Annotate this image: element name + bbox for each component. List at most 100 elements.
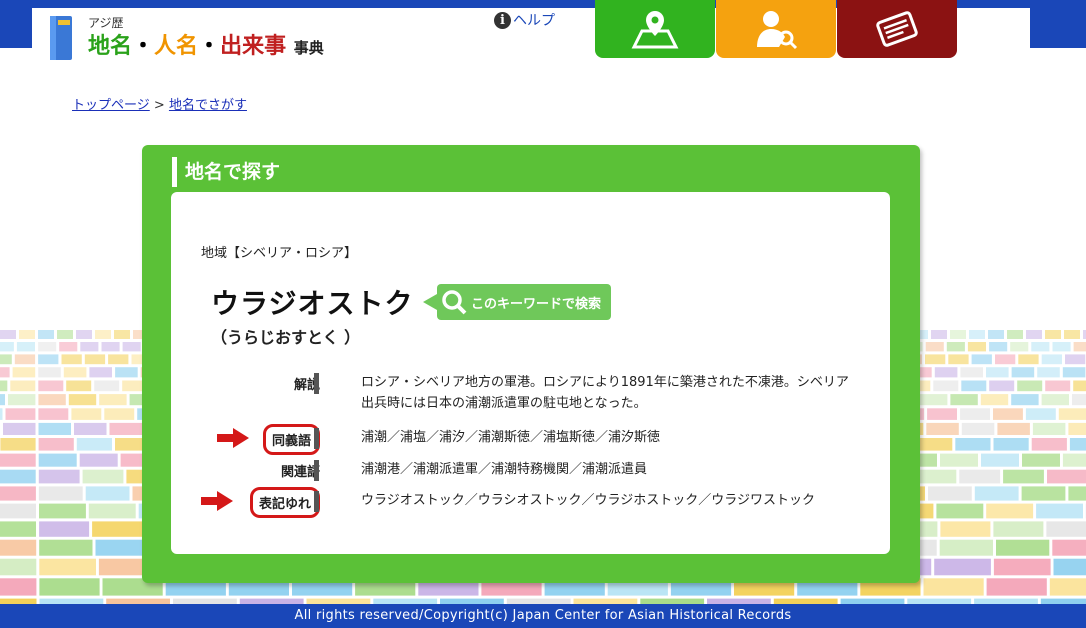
mosaic-tile: [1010, 342, 1029, 352]
row-divider: [314, 373, 319, 394]
mosaic-tile: [1018, 354, 1039, 365]
mosaic-tile: [0, 521, 36, 537]
help-label: ヘルプ: [513, 13, 555, 29]
breadcrumb-home-link[interactable]: トップページ: [72, 98, 150, 113]
mosaic-tile: [122, 342, 141, 352]
nav-event-button[interactable]: [837, 0, 957, 58]
mosaic-tile: [0, 367, 10, 378]
mosaic-tile: [38, 354, 59, 365]
mosaic-tile: [989, 342, 1008, 352]
nav-person-button[interactable]: [716, 0, 836, 58]
mosaic-tile: [101, 342, 120, 352]
mosaic-tile: [85, 486, 130, 501]
mosaic-tile: [989, 380, 1015, 392]
mosaic-tile: [1052, 342, 1071, 352]
mosaic-tile: [19, 330, 35, 339]
mosaic-tile: [82, 469, 124, 484]
red-arrow-icon: [217, 428, 249, 448]
mosaic-tile: [960, 367, 983, 378]
mosaic-tile: [1072, 394, 1086, 406]
mosaic-tile: [1045, 330, 1061, 339]
mosaic-tile: [927, 408, 957, 420]
row-label-highlighted: 同義語: [262, 424, 320, 455]
mosaic-tile: [63, 367, 87, 378]
mosaic-tile: [108, 354, 129, 365]
mosaic-tile: [0, 486, 36, 501]
mosaic-tile: [0, 408, 3, 420]
mosaic-tile: [39, 503, 86, 519]
mosaic-tile: [1068, 486, 1086, 501]
mosaic-tile: [986, 367, 1009, 378]
mosaic-tile: [934, 367, 958, 378]
mosaic-tile: [0, 578, 37, 596]
mosaic-tile: [74, 422, 107, 435]
mosaic-tile: [934, 558, 991, 576]
mosaic-tile: [0, 438, 36, 451]
mosaic-tile: [38, 486, 83, 501]
mosaic-tile: [971, 354, 992, 365]
mosaic-tile: [0, 330, 16, 339]
mosaic-tile: [16, 342, 35, 352]
mosaic-tile: [993, 558, 1051, 576]
mosaic-tile: [115, 367, 138, 378]
mosaic-tile: [1021, 486, 1066, 501]
red-arrow-icon: [201, 491, 233, 511]
mosaic-tile: [1037, 367, 1060, 378]
mosaic-tile: [955, 438, 991, 451]
row-text: ウラジオストック／ウラシオストック／ウラジホストック／ウラジワストック: [361, 493, 815, 508]
mosaic-tile: [1022, 453, 1060, 467]
mosaic-tile: [89, 367, 112, 378]
row-divider: [314, 460, 319, 481]
mosaic-tile: [1062, 453, 1086, 467]
logo-title: 地名・人名・出来事 事典: [88, 34, 324, 59]
mosaic-tile: [3, 422, 36, 435]
mosaic-tile: [39, 539, 93, 556]
help-link[interactable]: i ヘルプ: [494, 10, 555, 30]
keyword-search-button[interactable]: このキーワードで検索: [422, 284, 612, 320]
breadcrumb: トップページ > 地名でさがす: [72, 94, 247, 113]
mosaic-tile: [92, 521, 143, 537]
mosaic-tile: [940, 521, 991, 537]
map-pin-icon: [631, 11, 679, 49]
mosaic-tile: [1031, 438, 1067, 451]
mosaic-tile: [84, 354, 106, 365]
mosaic-tile: [79, 453, 118, 467]
site-logo[interactable]: アジ歴 地名・人名・出来事 事典: [48, 12, 324, 66]
nav-place-button[interactable]: [595, 0, 715, 58]
mosaic-tile: [931, 330, 947, 339]
entry-term: ウラジオストク: [211, 287, 414, 320]
mosaic-tile: [38, 330, 54, 339]
mosaic-tile: [0, 453, 36, 467]
copyright-footer: All rights reserved/Copyright(c) Japan C…: [0, 604, 1086, 628]
mosaic-tile: [986, 503, 1034, 519]
mosaic-tile: [1025, 408, 1056, 420]
entry-card: 地域【シベリア・ロシア】 ウラジオストク このキーワードで検索 （うらじおすとく…: [171, 192, 890, 554]
mosaic-tile: [1032, 422, 1066, 435]
mosaic-tile: [39, 558, 96, 576]
mosaic-tile: [1003, 469, 1044, 484]
mosaic-tile: [1041, 354, 1062, 365]
mosaic-tile: [0, 558, 37, 576]
row-label-highlighted: 表記ゆれ: [249, 487, 320, 518]
mosaic-tile: [917, 438, 953, 451]
row-divider: [314, 428, 319, 449]
mosaic-tile: [980, 394, 1009, 406]
mosaic-tile: [0, 539, 37, 556]
mosaic-tile: [993, 438, 1029, 451]
mosaic-tile: [1069, 438, 1086, 451]
row-text: ロシア・シベリア地方の軍港。ロシアにより1891年に築港された不凍港。シベリア出…: [361, 375, 849, 411]
mosaic-tile: [946, 342, 965, 352]
mosaic-tile: [1062, 367, 1086, 378]
mosaic-tile: [1046, 521, 1086, 537]
mosaic-tile: [939, 539, 993, 556]
mosaic-tile: [967, 342, 986, 352]
mosaic-tile: [76, 330, 92, 339]
mosaic-tile: [0, 380, 8, 392]
breadcrumb-current-link[interactable]: 地名でさがす: [169, 98, 247, 113]
mosaic-tile: [38, 367, 61, 378]
mosaic-tile: [961, 422, 995, 435]
mosaic-tile: [38, 408, 69, 420]
keyword-search-label: このキーワードで検索: [471, 296, 602, 312]
mosaic-tile: [997, 422, 1030, 435]
mosaic-tile: [76, 438, 112, 451]
